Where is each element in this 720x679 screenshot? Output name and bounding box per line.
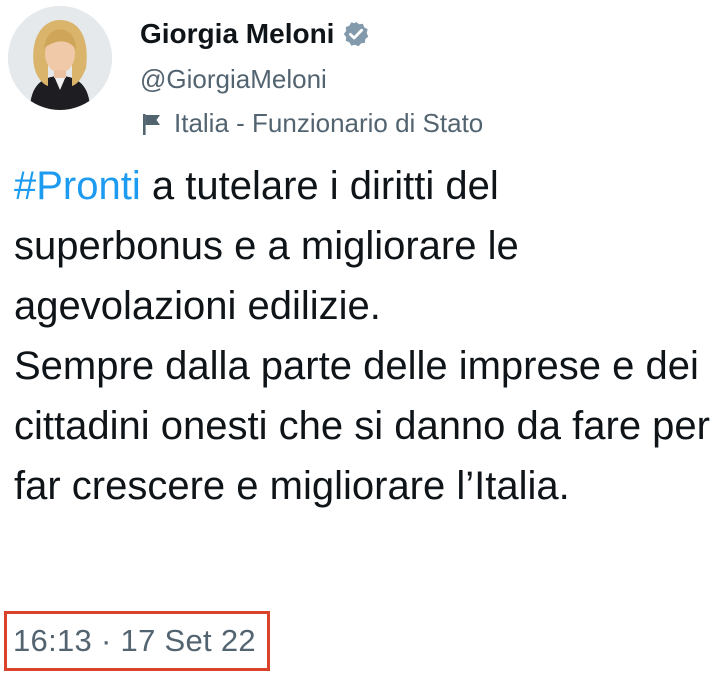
author-label: Italia - Funzionario di Stato	[174, 108, 484, 138]
tweet-paragraph-2: Sempre dalla parte delle imprese e dei c…	[14, 344, 710, 508]
tweet-timestamp[interactable]: 16:13 · 17 Set 22	[13, 623, 256, 659]
author-name[interactable]: Giorgia Meloni	[140, 18, 334, 50]
timestamp-highlight: 16:13 · 17 Set 22	[4, 611, 270, 671]
tweet: Giorgia Meloni @GiorgiaMeloni Italia - F…	[0, 0, 720, 679]
tweet-paragraph-1: #Pronti a tutelare i diritti del superbo…	[14, 156, 714, 336]
tweet-text: #Pronti a tutelare i diritti del superbo…	[14, 156, 714, 516]
author-name-row: Giorgia Meloni	[140, 14, 370, 54]
author-handle[interactable]: @GiorgiaMeloni	[140, 64, 327, 95]
author-label-row: Italia - Funzionario di Stato	[140, 108, 483, 139]
verified-badge-icon	[344, 21, 369, 47]
government-flag-icon	[143, 113, 160, 135]
profile-photo-icon	[8, 6, 112, 110]
hashtag-link[interactable]: #Pronti	[14, 164, 141, 208]
avatar[interactable]	[8, 6, 112, 110]
